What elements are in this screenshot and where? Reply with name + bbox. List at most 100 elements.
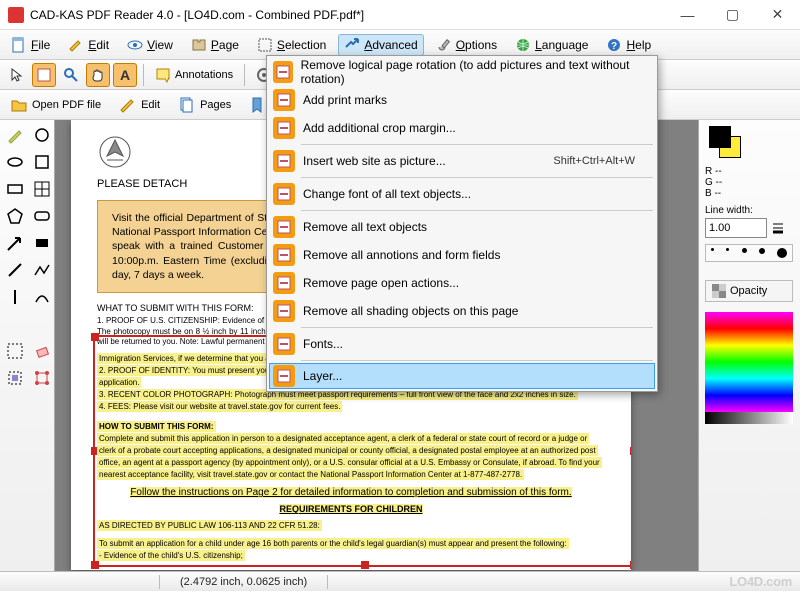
- marquee-tool[interactable]: [3, 339, 27, 363]
- square-tool[interactable]: [30, 150, 54, 174]
- dot-default-icon[interactable]: [759, 248, 765, 254]
- advanced-menu-item[interactable]: Change font of all text objects...: [269, 180, 655, 208]
- polyline-tool[interactable]: [30, 258, 54, 282]
- zoom-tool-button[interactable]: [59, 63, 83, 87]
- foreground-color-swatch[interactable]: [709, 126, 731, 148]
- advanced-menu-item[interactable]: Remove page open actions...: [269, 269, 655, 297]
- doc-how-body: Complete and submit this application in …: [97, 433, 602, 480]
- rounded-rect-tool[interactable]: [30, 204, 54, 228]
- menu-options[interactable]: Options: [430, 34, 503, 56]
- menu-item-icon: [273, 89, 295, 111]
- pencil-tool[interactable]: [3, 123, 27, 147]
- menu-selection[interactable]: Selection: [251, 34, 332, 56]
- menu-view-label: View: [147, 38, 173, 52]
- menu-separator: [301, 177, 653, 178]
- eraser-tool[interactable]: [30, 339, 54, 363]
- pentagon-tool[interactable]: [3, 204, 27, 228]
- menu-item-label: Layer...: [303, 369, 342, 383]
- color-swatches[interactable]: [705, 126, 794, 160]
- menu-advanced[interactable]: Advanced: [338, 34, 423, 56]
- advanced-menu-item[interactable]: Layer...: [269, 363, 655, 389]
- menu-help-label: Help: [626, 38, 651, 52]
- advanced-menu-item[interactable]: Remove all text objects: [269, 213, 655, 241]
- crop-tool[interactable]: [3, 366, 27, 390]
- pages-tab-button[interactable]: Pages: [173, 94, 236, 116]
- close-button[interactable]: ✕: [755, 0, 800, 30]
- menu-language[interactable]: Language: [509, 34, 594, 56]
- brush-size-row[interactable]: [705, 244, 793, 262]
- line-width-label: Line width:: [705, 205, 794, 216]
- line-width-input[interactable]: [705, 218, 767, 238]
- options-icon: [436, 37, 452, 53]
- line-width-spinner-icon[interactable]: [770, 219, 786, 237]
- pointer-tool-button[interactable]: [5, 63, 29, 87]
- rgb-r-label: R --: [705, 166, 794, 177]
- menu-language-label: Language: [535, 38, 588, 52]
- maximize-button[interactable]: ▢: [710, 0, 755, 30]
- right-properties-panel: R -- G -- B -- Line width: Opacity: [698, 120, 800, 571]
- menu-separator: [301, 144, 653, 145]
- curve-tool[interactable]: [30, 285, 54, 309]
- advanced-menu-item[interactable]: Insert web site as picture...Shift+Ctrl+…: [269, 147, 655, 175]
- menu-separator: [301, 360, 653, 361]
- menu-item-label: Add print marks: [303, 93, 387, 107]
- brightness-slider[interactable]: [705, 412, 793, 424]
- toolbar-separator: [143, 64, 144, 86]
- menu-item-label: Remove logical page rotation (to add pic…: [301, 58, 635, 86]
- advanced-menu-item[interactable]: Remove all shading objects on this page: [269, 297, 655, 325]
- file-icon: [11, 37, 27, 53]
- open-pdf-button[interactable]: Open PDF file: [5, 94, 106, 116]
- app-icon: [8, 7, 24, 23]
- blank-2: [30, 312, 54, 336]
- minimize-button[interactable]: —: [665, 0, 710, 30]
- watermark-text: LO4D.com: [729, 574, 792, 589]
- doc-law-line: AS DIRECTED BY PUBLIC LAW 106-113 AND 22…: [97, 520, 322, 531]
- selection-icon: [257, 37, 273, 53]
- arrow-tool[interactable]: [3, 231, 27, 255]
- menu-selection-label: Selection: [277, 38, 326, 52]
- edit-tab-button[interactable]: Edit: [114, 94, 165, 116]
- advanced-menu-item[interactable]: Add print marks: [269, 86, 655, 114]
- menu-item-label: Insert web site as picture...: [303, 154, 446, 168]
- hand-tool-button[interactable]: [86, 63, 110, 87]
- transform-tool[interactable]: [30, 366, 54, 390]
- rectangle-tool[interactable]: [3, 177, 27, 201]
- ellipse-tool[interactable]: [3, 150, 27, 174]
- line-tool[interactable]: [3, 258, 27, 282]
- dot-small2-icon[interactable]: [726, 248, 729, 251]
- doc-child-app: To submit an application for a child und…: [97, 538, 569, 549]
- svg-text:A: A: [120, 67, 130, 83]
- advanced-menu-item[interactable]: Remove logical page rotation (to add pic…: [269, 58, 655, 86]
- dot-med-icon[interactable]: [742, 248, 747, 253]
- svg-text:?: ?: [611, 41, 617, 52]
- view-icon: [127, 37, 143, 53]
- menu-edit[interactable]: Edit: [62, 34, 115, 56]
- advanced-menu-item[interactable]: Fonts...: [269, 330, 655, 358]
- opacity-label: Opacity: [730, 285, 767, 297]
- menu-item-label: Remove all shading objects on this page: [303, 304, 518, 318]
- menu-file[interactable]: File: [5, 34, 56, 56]
- menu-item-label: Remove all text objects: [303, 220, 427, 234]
- menu-help[interactable]: ? Help: [600, 34, 657, 56]
- menu-item-icon: [273, 117, 295, 139]
- vline-tool[interactable]: [3, 285, 27, 309]
- hue-picker[interactable]: [705, 312, 793, 412]
- advanced-menu-item[interactable]: Remove all annotions and form fields: [269, 241, 655, 269]
- select-tool-button[interactable]: [32, 63, 56, 87]
- doc-center-line: Follow the instructions on Page 2 for de…: [130, 487, 571, 498]
- menu-page[interactable]: Page: [185, 34, 245, 56]
- filled-rect-tool[interactable]: [30, 231, 54, 255]
- advanced-menu-item[interactable]: Add additional crop margin...: [269, 114, 655, 142]
- menu-view[interactable]: View: [121, 34, 179, 56]
- grid-tool[interactable]: [30, 177, 54, 201]
- menu-item-label: Change font of all text objects...: [303, 187, 471, 201]
- opacity-button[interactable]: Opacity: [705, 280, 793, 302]
- text-tool-button[interactable]: A: [113, 63, 137, 87]
- annotations-button[interactable]: Annotations: [150, 65, 238, 85]
- circle-tool[interactable]: [30, 123, 54, 147]
- doc-how-head: HOW TO SUBMIT THIS FORM:: [97, 421, 216, 432]
- dot-big-icon[interactable]: [777, 248, 787, 258]
- menu-item-icon: [273, 244, 295, 266]
- dot-small-icon[interactable]: [711, 248, 714, 251]
- menu-item-icon: [273, 365, 295, 387]
